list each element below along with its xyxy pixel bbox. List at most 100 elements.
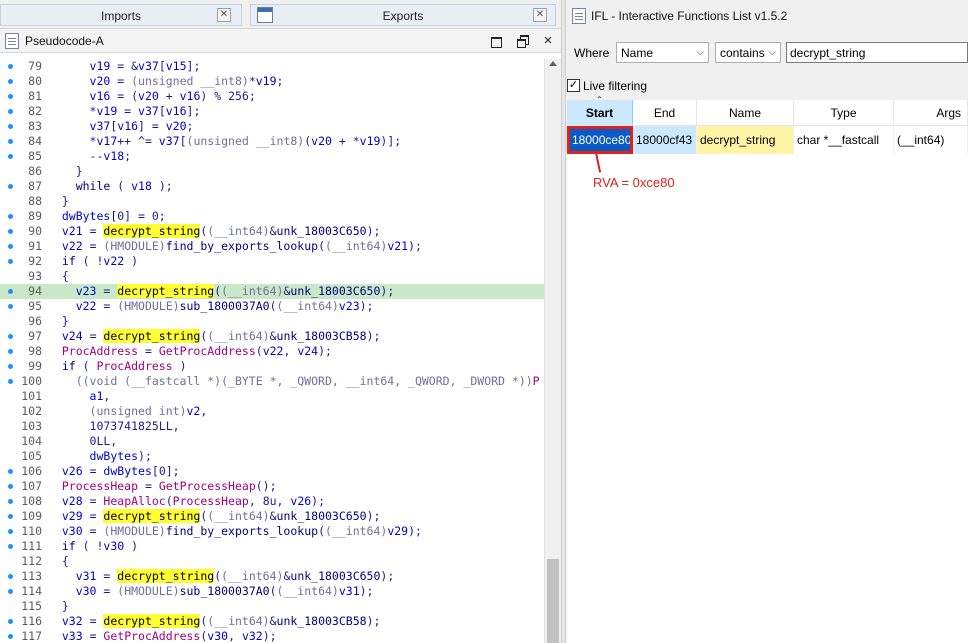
code-line[interactable]: 102 (unsigned int)v2, bbox=[0, 404, 544, 419]
code-line[interactable]: 87 while ( v18 ); bbox=[0, 179, 544, 194]
search-input[interactable] bbox=[786, 42, 968, 63]
code-line[interactable]: 101 a1, bbox=[0, 389, 544, 404]
breakpoint-dot-icon[interactable] bbox=[8, 514, 13, 519]
code-line[interactable]: 85 --v18; bbox=[0, 149, 544, 164]
cell-type[interactable]: char *__fastcall bbox=[794, 126, 894, 154]
code-line[interactable]: 94 v23 = decrypt_string((__int64)&unk_18… bbox=[0, 284, 544, 299]
maximize-icon[interactable] bbox=[488, 33, 504, 49]
breakpoint-dot-icon[interactable] bbox=[8, 124, 13, 129]
code-line[interactable]: 117 v33 = GetProcAddress(v30, v32); bbox=[0, 629, 544, 643]
breakpoint-dot-icon[interactable] bbox=[8, 64, 13, 69]
cell-args[interactable]: (__int64) bbox=[894, 126, 968, 154]
code-line[interactable]: 89 dwBytes[0] = 0; bbox=[0, 209, 544, 224]
code-line[interactable]: 86 } bbox=[0, 164, 544, 179]
pseudocode-title: Pseudocode-A bbox=[25, 34, 104, 48]
breakpoint-dot-icon[interactable] bbox=[8, 499, 13, 504]
breakpoint-dot-icon[interactable] bbox=[8, 214, 13, 219]
scroll-up-icon[interactable] bbox=[549, 61, 557, 66]
breakpoint-dot-icon[interactable] bbox=[8, 184, 13, 189]
breakpoint-dot-icon[interactable] bbox=[8, 304, 13, 309]
breakpoint-dot-icon[interactable] bbox=[8, 574, 13, 579]
breakpoint-dot-icon[interactable] bbox=[8, 379, 13, 384]
code-line[interactable]: 116 v32 = decrypt_string((__int64)&unk_1… bbox=[0, 614, 544, 629]
code-line[interactable]: 90 v21 = decrypt_string((__int64)&unk_18… bbox=[0, 224, 544, 239]
column-header-args[interactable]: Args bbox=[894, 100, 968, 126]
code-line[interactable]: 103 1073741825LL, bbox=[0, 419, 544, 434]
code-line[interactable]: 81 v16 = (v20 + v16) % 256; bbox=[0, 89, 544, 104]
code-line[interactable]: 83 v37[v16] = v20; bbox=[0, 119, 544, 134]
code-line[interactable]: 82 *v19 = v37[v16]; bbox=[0, 104, 544, 119]
field-select[interactable]: Name ⌵ bbox=[616, 42, 709, 63]
live-filtering-label: Live filtering bbox=[583, 79, 648, 93]
close-icon[interactable]: ✕ bbox=[533, 8, 547, 22]
column-header-start[interactable]: ⌃ Start bbox=[567, 96, 633, 126]
vertical-scrollbar[interactable] bbox=[544, 59, 561, 643]
live-filtering-checkbox[interactable]: ✓ bbox=[567, 79, 580, 92]
line-number: 97 bbox=[28, 329, 42, 343]
breakpoint-dot-icon[interactable] bbox=[8, 109, 13, 114]
code-line[interactable]: 113 v31 = decrypt_string((__int64)&unk_1… bbox=[0, 569, 544, 584]
code-line[interactable]: 97 v24 = decrypt_string((__int64)&unk_18… bbox=[0, 329, 544, 344]
pseudocode-view[interactable]: 79 v19 = &v37[v15]; 80 v20 = (unsigned __… bbox=[0, 59, 544, 643]
code-line[interactable]: 99 if ( ProcAddress ) bbox=[0, 359, 544, 374]
breakpoint-dot-icon[interactable] bbox=[8, 154, 13, 159]
cell-start[interactable]: 18000ce80 bbox=[567, 126, 633, 154]
code-line[interactable]: 107 ProcessHeap = GetProcessHeap(); bbox=[0, 479, 544, 494]
code-line[interactable]: 95 v22 = (HMODULE)sub_1800037A0((__int64… bbox=[0, 299, 544, 314]
restore-icon[interactable] bbox=[515, 33, 531, 49]
close-icon[interactable]: ✕ bbox=[217, 8, 231, 22]
code-line[interactable]: 92 if ( !v22 ) bbox=[0, 254, 544, 269]
code-line[interactable]: 98 ProcAddress = GetProcAddress(v22, v24… bbox=[0, 344, 544, 359]
breakpoint-dot-icon[interactable] bbox=[8, 289, 13, 294]
cell-name[interactable]: decrypt_string bbox=[697, 126, 794, 154]
tab-exports[interactable]: Exports ✕ bbox=[250, 4, 556, 26]
code-line[interactable]: 111 if ( !v30 ) bbox=[0, 539, 544, 554]
code-line[interactable]: 96 } bbox=[0, 314, 544, 329]
code-line[interactable]: 100 ((void (__fastcall *)(_BYTE *, _QWOR… bbox=[0, 374, 544, 389]
code-line[interactable]: 108 v28 = HeapAlloc(ProcessHeap, 8u, v26… bbox=[0, 494, 544, 509]
breakpoint-dot-icon[interactable] bbox=[8, 259, 13, 264]
column-header-name[interactable]: Name bbox=[697, 100, 794, 126]
chevron-down-icon: ⌵ bbox=[768, 47, 776, 58]
breakpoint-dot-icon[interactable] bbox=[8, 94, 13, 99]
breakpoint-dot-icon[interactable] bbox=[8, 634, 13, 639]
breakpoint-dot-icon[interactable] bbox=[8, 544, 13, 549]
code-line[interactable]: 112 { bbox=[0, 554, 544, 569]
breakpoint-dot-icon[interactable] bbox=[8, 469, 13, 474]
code-line[interactable]: 93 { bbox=[0, 269, 544, 284]
sort-ascending-icon: ⌃ bbox=[596, 95, 603, 104]
code-line[interactable]: 79 v19 = &v37[v15]; bbox=[0, 59, 544, 74]
breakpoint-dot-icon[interactable] bbox=[8, 529, 13, 534]
scrollbar-thumb[interactable] bbox=[547, 559, 559, 643]
code-line[interactable]: 91 v22 = (HMODULE)find_by_exports_lookup… bbox=[0, 239, 544, 254]
code-line[interactable]: 115 } bbox=[0, 599, 544, 614]
code-line[interactable]: 88 } bbox=[0, 194, 544, 209]
code-line[interactable]: 114 v30 = (HMODULE)sub_1800037A0((__int6… bbox=[0, 584, 544, 599]
code-line[interactable]: 110 v30 = (HMODULE)find_by_exports_looku… bbox=[0, 524, 544, 539]
breakpoint-dot-icon[interactable] bbox=[8, 349, 13, 354]
close-icon[interactable]: × bbox=[540, 33, 556, 49]
breakpoint-dot-icon[interactable] bbox=[8, 619, 13, 624]
code-line[interactable]: 80 v20 = (unsigned __int8)*v19; bbox=[0, 74, 544, 89]
breakpoint-dot-icon[interactable] bbox=[8, 334, 13, 339]
operator-select[interactable]: contains ⌵ bbox=[715, 42, 781, 63]
breakpoint-dot-icon[interactable] bbox=[8, 229, 13, 234]
code-line[interactable]: 105 dwBytes); bbox=[0, 449, 544, 464]
breakpoint-dot-icon[interactable] bbox=[8, 589, 13, 594]
column-header-type[interactable]: Type bbox=[794, 100, 894, 126]
code-line[interactable]: 84 *v17++ ^= v37[(unsigned __int8)(v20 +… bbox=[0, 134, 544, 149]
breakpoint-dot-icon[interactable] bbox=[8, 139, 13, 144]
code-line[interactable]: 106 v26 = dwBytes[0]; bbox=[0, 464, 544, 479]
code-line[interactable]: 104 0LL, bbox=[0, 434, 544, 449]
breakpoint-dot-icon[interactable] bbox=[8, 244, 13, 249]
code-text: (unsigned int)v2, bbox=[89, 404, 208, 418]
breakpoint-dot-icon[interactable] bbox=[8, 484, 13, 489]
cell-end[interactable]: 18000cf43 bbox=[633, 126, 697, 154]
line-number: 103 bbox=[21, 419, 42, 433]
column-header-end[interactable]: End bbox=[633, 100, 697, 126]
breakpoint-dot-icon[interactable] bbox=[8, 79, 13, 84]
code-line[interactable]: 109 v29 = decrypt_string((__int64)&unk_1… bbox=[0, 509, 544, 524]
tab-imports[interactable]: Imports ✕ bbox=[0, 4, 242, 26]
line-number: 93 bbox=[28, 269, 42, 283]
breakpoint-dot-icon[interactable] bbox=[8, 364, 13, 369]
